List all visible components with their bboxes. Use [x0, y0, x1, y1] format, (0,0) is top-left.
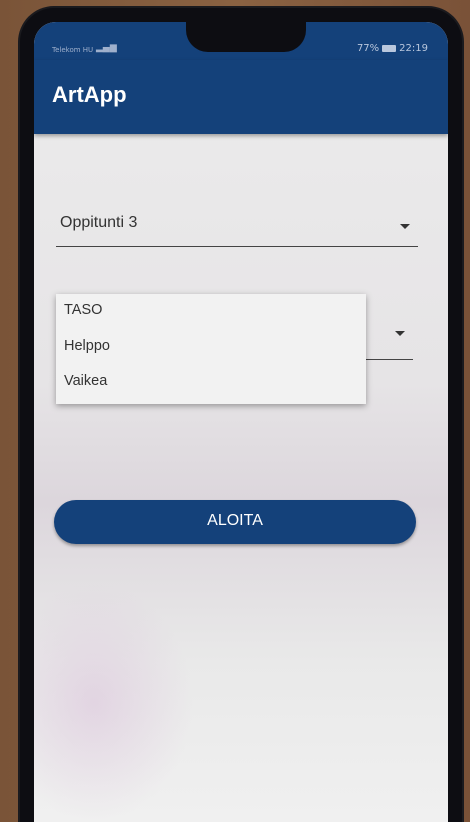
status-right: 77% 22:19 — [357, 43, 428, 54]
battery-percent: 77% — [356, 43, 380, 54]
camera-notch — [186, 22, 306, 52]
lesson-dropdown[interactable]: Oppitunti 3 — [56, 204, 418, 247]
menu-item-vaikea[interactable]: Vaikea — [64, 373, 107, 389]
app-screen: Telekom HU ▂▄▆ 77% 22:19 ArtApp Oppitunt… — [34, 22, 448, 822]
app-title: ArtApp — [52, 82, 127, 107]
chevron-down-icon[interactable] — [400, 224, 410, 229]
menu-item-helppo[interactable]: Helppo — [64, 338, 110, 354]
battery-icon — [382, 45, 397, 52]
signal-icon: ▂▄▆ — [96, 43, 117, 53]
lesson-dropdown-value: Oppitunti 3 — [60, 214, 138, 231]
menu-item-taso[interactable]: TASO — [64, 302, 102, 318]
app-bar: ArtApp — [34, 60, 448, 134]
start-button-label: ALOITA — [207, 512, 263, 529]
level-dropdown-menu: TASO Helppo Vaikea — [56, 294, 366, 404]
screen-glare — [34, 582, 194, 822]
chevron-down-icon[interactable] — [395, 331, 405, 336]
carrier-label: Telekom HU — [52, 46, 94, 54]
clock: 22:19 — [399, 43, 428, 54]
start-button[interactable]: ALOITA — [54, 500, 416, 544]
